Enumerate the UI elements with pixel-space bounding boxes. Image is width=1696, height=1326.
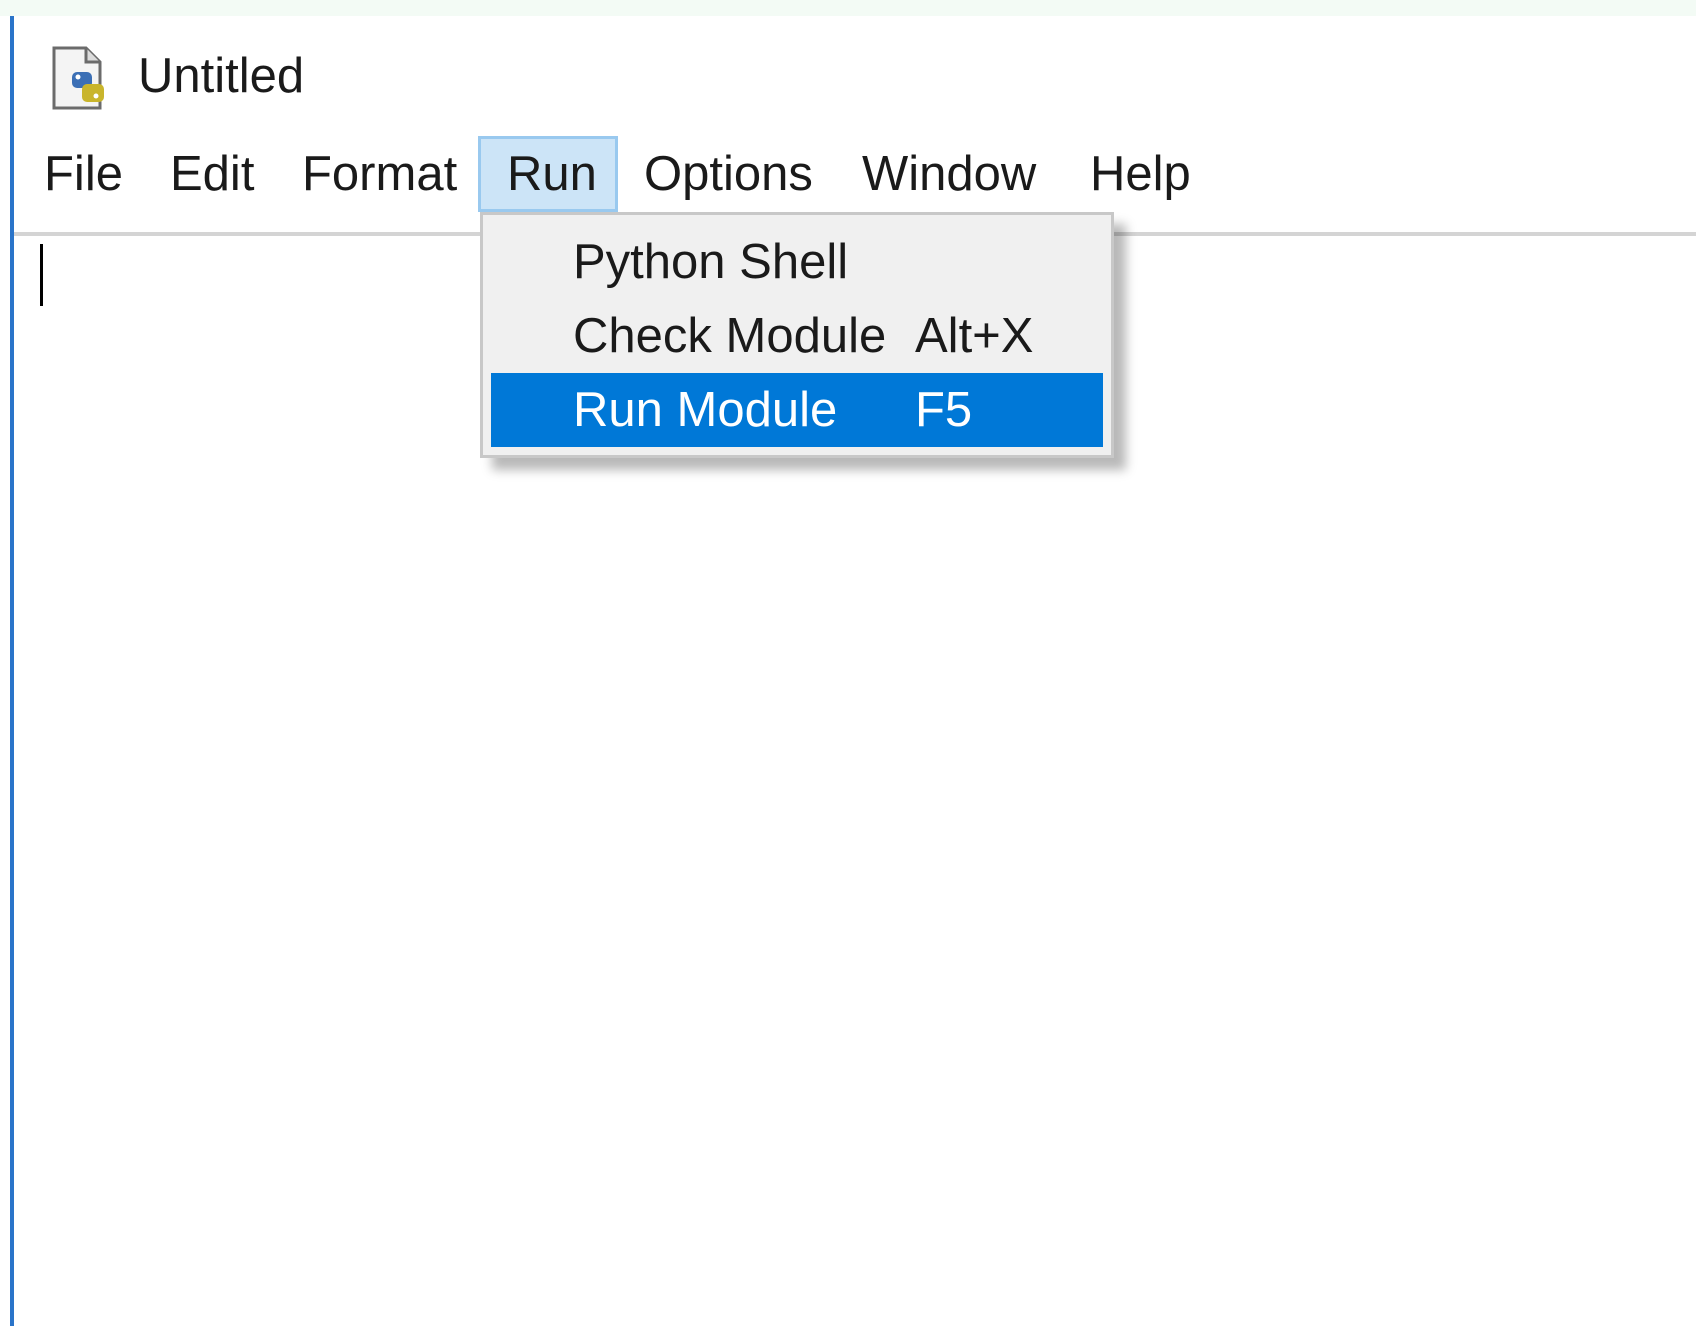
menu-options[interactable]: Options [618,136,839,212]
menu-edit[interactable]: Edit [144,136,280,212]
desktop-top-strip [0,0,1696,16]
menu-item-shortcut: Alt+X [915,309,1034,363]
menu-item-label: Python Shell [573,235,849,289]
menu-item-label: Run Module [573,383,838,437]
menu-item-label: Check Module [573,309,887,363]
title-bar[interactable]: Untitled [14,16,1696,140]
menu-item-run-module[interactable]: Run Module F5 [491,373,1103,447]
menu-format[interactable]: Format [276,136,483,212]
text-caret [40,244,43,306]
menu-item-check-module[interactable]: Check Module Alt+X [491,299,1103,373]
menu-window[interactable]: Window [836,136,1062,212]
run-menu-dropdown: Python Shell Check Module Alt+X Run Modu… [480,212,1114,458]
menu-run[interactable]: Run [478,136,618,212]
menu-help[interactable]: Help [1064,136,1217,212]
idle-editor-window: Untitled File Edit Format Run Options Wi… [10,16,1696,1326]
window-title: Untitled [138,49,305,103]
menu-item-python-shell[interactable]: Python Shell [491,225,1103,299]
menu-item-shortcut: F5 [915,383,973,437]
menu-file[interactable]: File [18,136,149,212]
python-file-icon [48,44,112,112]
